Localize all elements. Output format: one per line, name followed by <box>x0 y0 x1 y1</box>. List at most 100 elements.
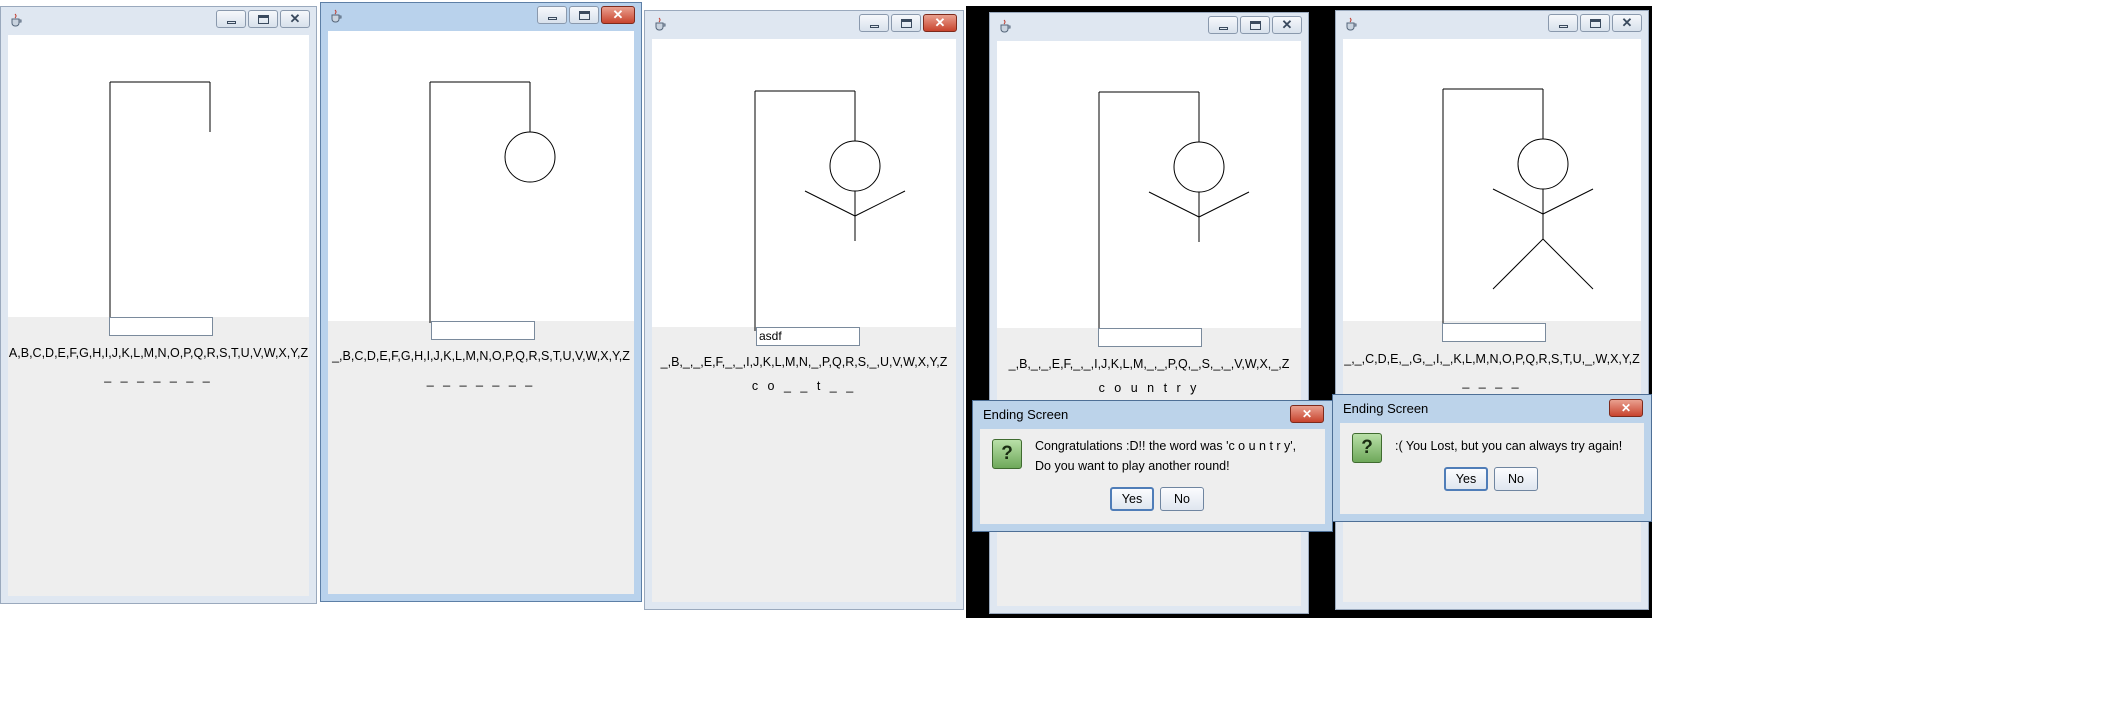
dialog-message-line-2: Do you want to play another round! <box>1035 459 1230 473</box>
hangman-head <box>1517 138 1569 190</box>
close-icon: ✕ <box>1621 15 1633 30</box>
maximize-icon <box>258 15 269 24</box>
ending-screen-dialog-win: Ending Screen ✕ ? Congratulations :D!! t… <box>972 400 1333 532</box>
dialog-body: ? :( You Lost, but you can always try ag… <box>1340 423 1644 514</box>
maximize-icon <box>1250 21 1261 30</box>
hangman-head <box>504 131 556 183</box>
available-letters: _,B,_,_,E,F,_,_,I,J,K,L,M,_,_,P,Q,_,S,_,… <box>1008 357 1290 371</box>
hangman-canvas <box>652 39 956 331</box>
java-cup-icon <box>331 9 342 23</box>
close-icon: ✕ <box>934 15 946 30</box>
dialog-message-line-1: Congratulations :D!! the word was 'c o u… <box>1035 439 1297 453</box>
close-icon: ✕ <box>1281 17 1293 32</box>
no-button[interactable]: No <box>1494 467 1538 491</box>
close-button[interactable]: ✕ <box>1612 14 1642 32</box>
maximize-button[interactable] <box>1240 16 1270 34</box>
java-cup-icon <box>1000 19 1011 33</box>
hangman-right-arm <box>1542 188 1594 215</box>
maximize-button[interactable] <box>1580 14 1610 32</box>
dialog-message-line-1: :( You Lost, but you can always try agai… <box>1395 439 1623 453</box>
title-bar[interactable]: ✕ <box>990 13 1308 39</box>
hangman-canvas <box>328 31 634 323</box>
hangman-right-arm <box>854 190 906 217</box>
guess-input[interactable] <box>109 317 213 336</box>
minimize-icon <box>227 21 236 24</box>
window-content: _,B,C,D,E,F,G,H,I,J,K,L,M,N,O,P,Q,R,S,T,… <box>328 31 634 594</box>
available-letters: _,_,C,D,E,_,G,_,I,_,K,L,M,N,O,P,Q,R,S,T,… <box>1344 352 1640 366</box>
close-button[interactable]: ✕ <box>601 6 635 24</box>
guess-input[interactable] <box>1098 328 1202 347</box>
close-button[interactable]: ✕ <box>923 14 957 32</box>
minimize-button[interactable] <box>1548 14 1578 32</box>
available-letters: A,B,C,D,E,F,G,H,I,J,K,L,M,N,O,P,Q,R,S,T,… <box>8 346 309 360</box>
hangman-right-arm <box>1198 191 1250 218</box>
hangman-window-2: ✕ _,B,C,D,E,F,G,H,I,J,K,L,M,N,O,P,Q,R,S,… <box>320 2 642 602</box>
maximize-icon <box>901 19 912 28</box>
hangman-drawing <box>429 81 556 323</box>
close-button[interactable]: ✕ <box>1272 16 1302 34</box>
title-bar[interactable]: ✕ <box>645 11 963 37</box>
hangman-canvas <box>8 35 309 325</box>
ending-screen-dialog-lose: Ending Screen ✕ ? :( You Lost, but you c… <box>1332 394 1652 522</box>
available-letters: _,B,C,D,E,F,G,H,I,J,K,L,M,N,O,P,Q,R,S,T,… <box>332 349 630 363</box>
hangman-right-leg <box>1542 238 1594 290</box>
maximize-icon <box>1590 19 1601 28</box>
window-content: asdf _,B,_,_,E,F,_,_,I,J,K,L,M,N,_,P,Q,R… <box>652 39 956 602</box>
yes-button[interactable]: Yes <box>1110 487 1154 511</box>
guess-input[interactable] <box>1442 323 1546 342</box>
hangman-left-arm <box>804 190 856 217</box>
hangman-drawing <box>1098 91 1250 331</box>
minimize-button[interactable] <box>216 10 246 28</box>
minimize-button[interactable] <box>859 14 889 32</box>
window-content: A,B,C,D,E,F,G,H,I,J,K,L,M,N,O,P,Q,R,S,T,… <box>8 35 309 596</box>
dialog-close-button[interactable]: ✕ <box>1609 399 1643 417</box>
maximize-button[interactable] <box>891 14 921 32</box>
word-progress: _ _ _ _ _ _ _ <box>104 369 213 383</box>
guess-input[interactable]: asdf <box>756 327 860 346</box>
dialog-body: ? Congratulations :D!! the word was 'c o… <box>980 429 1325 524</box>
dialog-title: Ending Screen <box>1343 401 1429 416</box>
title-bar[interactable]: ✕ <box>321 3 641 29</box>
guess-input[interactable] <box>431 321 535 340</box>
close-icon: ✕ <box>1620 401 1632 415</box>
dialog-title: Ending Screen <box>983 407 1069 422</box>
maximize-button[interactable] <box>248 10 278 28</box>
hangman-window-1: ✕ A,B,C,D,E,F,G,H,I,J,K,L,M,N,O,P,Q,R,S,… <box>0 6 317 604</box>
maximize-button[interactable] <box>569 6 599 24</box>
hangman-head <box>1173 141 1225 193</box>
minimize-button[interactable] <box>1208 16 1238 34</box>
hangman-canvas <box>1343 39 1641 325</box>
available-letters: _,B,_,_,E,F,_,_,I,J,K,L,M,N,_,P,Q,R,S,_,… <box>660 355 948 369</box>
question-icon: ? <box>1352 433 1382 463</box>
java-cup-icon <box>1346 17 1357 31</box>
minimize-button[interactable] <box>537 6 567 24</box>
hangman-left-arm <box>1148 191 1200 218</box>
word-progress: _ _ _ _ <box>1462 375 1522 389</box>
hangman-drawing <box>1442 88 1594 325</box>
word-progress: _ _ _ _ _ _ _ <box>426 373 536 387</box>
hangman-drawing <box>754 90 906 331</box>
java-cup-icon <box>11 13 22 27</box>
hangman-head <box>829 140 881 192</box>
maximize-icon <box>579 11 590 20</box>
question-icon: ? <box>992 439 1022 469</box>
close-icon: ✕ <box>612 7 624 22</box>
minimize-icon <box>1559 25 1568 28</box>
word-progress: c o u n t r y <box>1098 381 1200 395</box>
hangman-window-3: ✕ asdf _,B,_,_,E,F,_,_,I,J,K,L,M,N,_,P,Q… <box>644 10 964 610</box>
minimize-icon <box>548 17 557 20</box>
hangman-left-arm <box>1492 188 1544 215</box>
dialog-close-button[interactable]: ✕ <box>1290 405 1324 423</box>
yes-button[interactable]: Yes <box>1444 467 1488 491</box>
no-button[interactable]: No <box>1160 487 1204 511</box>
java-cup-icon <box>655 17 666 31</box>
close-icon: ✕ <box>1301 407 1313 421</box>
close-icon: ✕ <box>289 11 301 26</box>
hangman-drawing <box>109 81 211 325</box>
minimize-icon <box>870 25 879 28</box>
close-button[interactable]: ✕ <box>280 10 310 28</box>
title-bar[interactable]: ✕ <box>1 7 316 33</box>
title-bar[interactable]: ✕ <box>1336 11 1648 37</box>
word-progress: c o _ _ t _ _ <box>751 379 857 393</box>
hangman-left-leg <box>1492 238 1544 290</box>
